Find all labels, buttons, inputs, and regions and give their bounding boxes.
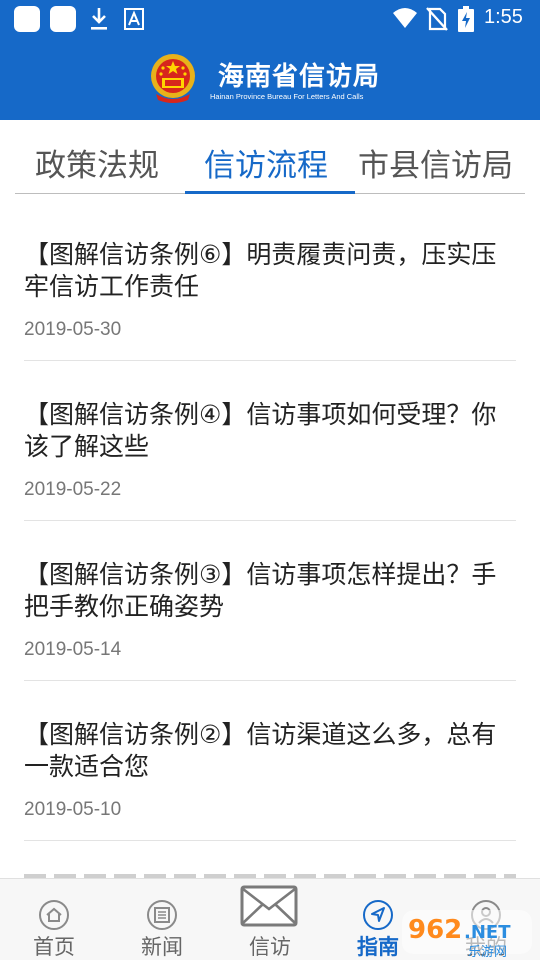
header: 海南省信访局 Hainan Province Bureau For Letter… [0, 38, 540, 120]
status-bar: 1:55 [0, 0, 540, 38]
list-item[interactable]: 【图解信访条例②】信访渠道这么多，总有一款适合您 2019-05-10 [24, 681, 516, 841]
no-sim-icon [426, 7, 448, 31]
nav-home[interactable]: 首页 [0, 879, 108, 960]
svg-text:乐游网: 乐游网 [468, 945, 507, 960]
envelope-icon [240, 885, 298, 927]
article-title: 【图解信访条例③】信访事项怎样提出？手把手教你正确姿势 [24, 560, 497, 621]
tab-city-county-bureaus[interactable]: 市县信访局 [358, 140, 513, 185]
category-tabs: 政策法规 信访流程 市县信访局 [15, 120, 525, 194]
list-item[interactable]: 【图解信访条例⑥】明责履责问责，压实压牢信访工作责任 2019-05-30 [24, 201, 516, 361]
app-title: 海南省信访局 [218, 62, 381, 92]
wifi-icon [393, 8, 417, 28]
nav-label: 首页 [33, 935, 75, 959]
nav-label: 新闻 [141, 935, 183, 959]
nav-label: 信访 [249, 935, 291, 959]
tab-petition-process[interactable]: 信访流程 [204, 140, 328, 185]
article-date: 2019-05-30 [24, 319, 122, 340]
tab-policy-regulations[interactable]: 政策法规 [35, 140, 159, 185]
home-icon [39, 900, 69, 930]
article-date: 2019-05-10 [24, 799, 122, 820]
nav-news[interactable]: 新闻 [108, 879, 216, 960]
font-icon [124, 8, 144, 30]
article-date: 2019-05-22 [24, 479, 122, 500]
watermark-logo: 962 .NET 乐游网 [402, 910, 532, 960]
news-icon [147, 900, 177, 930]
article-title: 【图解信访条例②】信访渠道这么多，总有一款适合您 [24, 720, 497, 781]
article-title: 【图解信访条例⑥】明责履责问责，压实压牢信访工作责任 [24, 240, 497, 301]
app-notification-icon [14, 6, 40, 32]
article-date: 2019-05-14 [24, 639, 122, 660]
status-time: 1:55 [484, 6, 523, 28]
national-emblem-icon [151, 54, 195, 103]
active-tab-indicator [185, 191, 355, 194]
app-bar: 1:55 海南省信访局 Hainan Province Bureau For L… [0, 0, 540, 120]
svg-text:.NET: .NET [464, 922, 511, 943]
app-subtitle: Hainan Province Bureau For Letters And C… [210, 92, 364, 101]
list-item[interactable]: 【图解信访条例④】信访事项如何受理？你该了解这些 2019-05-22 [24, 361, 516, 521]
download-icon [91, 8, 107, 30]
svg-text:962: 962 [408, 915, 462, 945]
nav-petition[interactable]: 信访 [216, 879, 324, 960]
app-notification-icon [50, 6, 76, 32]
compass-icon [363, 900, 393, 930]
list-item[interactable]: 【图解信访条例③】信访事项怎样提出？手把手教你正确姿势 2019-05-14 [24, 521, 516, 681]
battery-charging-icon [458, 6, 474, 32]
article-title: 【图解信访条例④】信访事项如何受理？你该了解这些 [24, 400, 497, 461]
